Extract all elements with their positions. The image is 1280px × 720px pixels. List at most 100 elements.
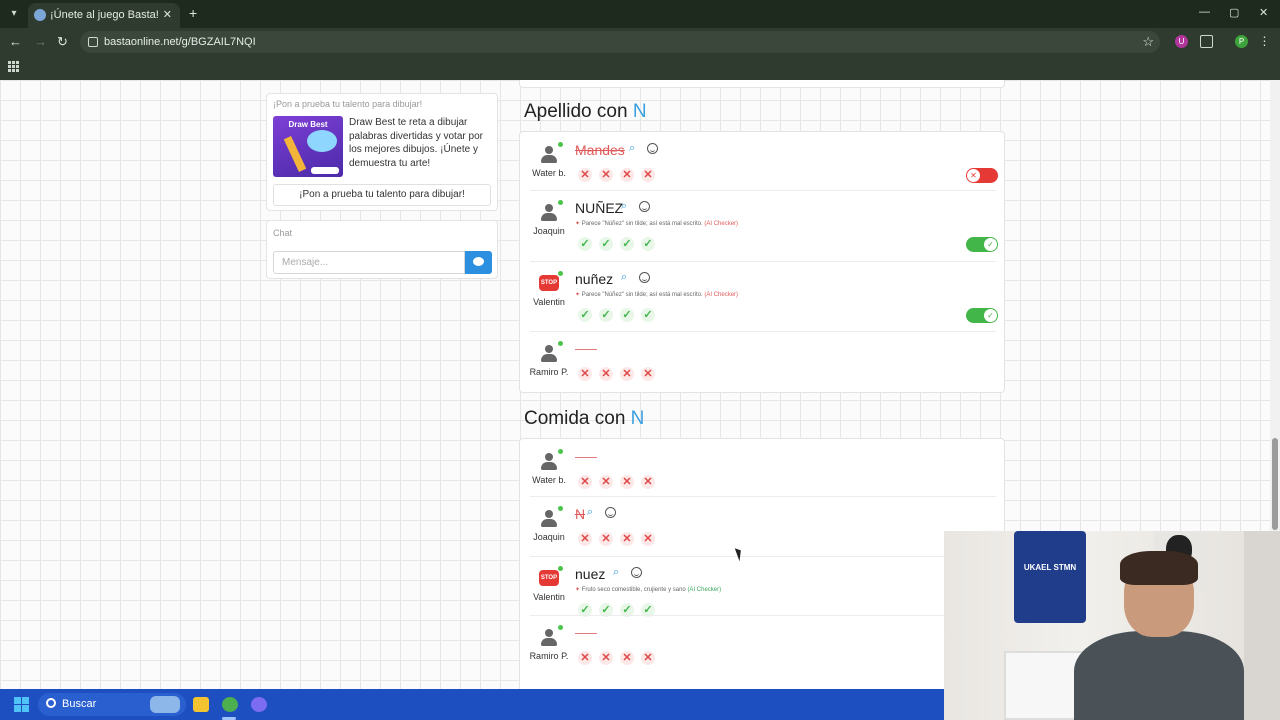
player-name: Valentin (533, 297, 565, 307)
webcam-person-hair (1120, 551, 1198, 585)
tab-title: ¡Únete al juego Basta! (50, 9, 159, 21)
vote-cross-icon[interactable]: ✕ (620, 168, 634, 182)
vote-cross-icon[interactable]: ✕ (578, 168, 592, 182)
site-info-icon[interactable] (88, 37, 98, 47)
smile-react-icon[interactable] (605, 507, 616, 518)
vote-cross-icon[interactable]: ✕ (641, 475, 655, 489)
maximize-button[interactable]: ▢ (1229, 6, 1239, 19)
accept-toggle-on[interactable]: ✓ (966, 308, 998, 323)
windows-start-icon[interactable] (14, 697, 29, 712)
online-status-dot (558, 566, 563, 571)
magnifier-search-icon[interactable]: ⌕ (621, 271, 627, 284)
vote-cross-icon[interactable]: ✕ (578, 651, 592, 665)
row-divider (530, 331, 996, 332)
vote-cross-icon[interactable]: ✕ (599, 532, 613, 546)
profile-avatar[interactable]: P (1235, 35, 1248, 48)
vote-cross-icon[interactable]: ✕ (641, 367, 655, 381)
smile-react-icon[interactable] (647, 143, 658, 154)
back-button[interactable]: ← (9, 34, 22, 49)
row-divider (530, 190, 996, 191)
vote-cross-icon[interactable]: ✕ (641, 651, 655, 665)
stop-sign: STOP (539, 275, 559, 291)
search-icon (46, 698, 56, 708)
vote-check-icon[interactable]: ✓ (578, 237, 592, 251)
vote-cross-icon[interactable]: ✕ (620, 367, 634, 381)
draw-best-image[interactable]: Draw Best (273, 116, 343, 177)
magnifier-search-icon[interactable]: ⌕ (587, 506, 593, 519)
player-name: Valentin (533, 592, 565, 602)
vote-check-icon[interactable]: ✓ (620, 308, 634, 322)
vote-cross-icon[interactable]: ✕ (641, 532, 655, 546)
check-icon: ✓ (984, 238, 997, 251)
vote-cross-icon[interactable]: ✕ (620, 651, 634, 665)
new-tab-button[interactable]: + (189, 5, 197, 21)
chat-send-button[interactable] (465, 251, 492, 274)
empty-answer-dash (575, 457, 597, 458)
extension-u-icon[interactable]: U (1175, 35, 1188, 48)
answer-row: Ramiro P. ✕ ✕ ✕ ✕ (520, 615, 1004, 685)
vote-check-icon[interactable]: ✓ (578, 308, 592, 322)
vote-cross-icon[interactable]: ✕ (578, 475, 592, 489)
player-name: Joaquin (533, 226, 565, 236)
vote-check-icon[interactable]: ✓ (599, 308, 613, 322)
chrome-icon[interactable] (222, 697, 238, 712)
magnifier-search-icon[interactable]: ⌕ (629, 142, 635, 155)
tab-close-icon[interactable]: ✕ (163, 8, 172, 21)
vote-cross-icon[interactable]: ✕ (620, 475, 634, 489)
discord-icon[interactable] (251, 697, 267, 712)
vote-check-icon[interactable]: ✓ (641, 237, 655, 251)
answer-text: N (575, 506, 586, 522)
apps-grid-icon[interactable] (8, 61, 20, 73)
chat-message-input[interactable]: Mensaje... (273, 251, 465, 274)
accept-toggle-on[interactable]: ✓ (966, 237, 998, 252)
active-tab[interactable]: ¡Únete al juego Basta! ✕ (28, 3, 180, 28)
tab-search-chevron-icon[interactable]: ▾ (6, 6, 22, 22)
vote-cross-icon[interactable]: ✕ (599, 367, 613, 381)
vote-cross-icon[interactable]: ✕ (599, 475, 613, 489)
answer-row: STOP Valentin nuez ⌕ ✦ Fruto seco comestible… (520, 556, 1004, 617)
vote-check-icon[interactable]: ✓ (599, 237, 613, 251)
scrollbar-thumb[interactable] (1272, 438, 1278, 530)
vote-cross-icon[interactable]: ✕ (599, 651, 613, 665)
vote-cross-icon[interactable]: ✕ (620, 532, 634, 546)
forward-button[interactable]: → (34, 34, 47, 49)
magnifier-search-icon[interactable]: ⌕ (613, 566, 619, 579)
file-explorer-icon[interactable] (193, 697, 209, 712)
smile-react-icon[interactable] (631, 567, 642, 578)
webcam-shelf (1004, 651, 1084, 720)
vote-cross-icon[interactable]: ✕ (578, 367, 592, 381)
address-bar[interactable]: bastaonline.net/g/BGZAIL7NQI ☆ (80, 31, 1160, 53)
online-status-dot (558, 200, 563, 205)
taskbar-search[interactable]: Buscar (38, 693, 186, 716)
address-url[interactable]: bastaonline.net/g/BGZAIL7NQI (104, 36, 256, 48)
note-text: Parece "Núñez" sin tilde; así está mal e… (581, 221, 703, 227)
promo-button[interactable]: ¡Pon a prueba tu talento para dibujar! (273, 184, 491, 206)
smile-react-icon[interactable] (639, 272, 650, 283)
stop-sign-avatar-icon: STOP (538, 271, 563, 294)
bookmarks-bar (0, 56, 1280, 80)
sparkle-icon: ✦ (575, 221, 582, 227)
accept-toggle-off[interactable]: ✕ (966, 168, 998, 183)
bookmark-star-icon[interactable]: ☆ (1142, 34, 1154, 50)
magnifier-search-icon[interactable]: ⌕ (621, 200, 627, 213)
answer-row: Water b. ✕ ✕ ✕ ✕ (520, 439, 1004, 496)
promo-badge (311, 167, 339, 174)
ai-checker-note: ✦ Parece "Núñez" sin tilde; así está mal… (575, 220, 738, 227)
vote-cross-icon[interactable]: ✕ (599, 168, 613, 182)
extensions-puzzle-icon[interactable] (1200, 35, 1213, 48)
promo-image-label: Draw Best (288, 120, 328, 129)
vote-check-icon[interactable]: ✓ (641, 308, 655, 322)
user-avatar-icon (538, 449, 563, 472)
vote-check-icon[interactable]: ✓ (620, 237, 634, 251)
minimize-button[interactable]: — (1199, 6, 1210, 18)
smile-react-icon[interactable] (639, 201, 650, 212)
user-avatar-icon (538, 625, 563, 648)
row-divider (530, 261, 996, 262)
vote-cross-icon[interactable]: ✕ (578, 532, 592, 546)
player-name: Water b. (532, 475, 566, 485)
close-window-button[interactable]: ✕ (1259, 6, 1268, 19)
vote-cross-icon[interactable]: ✕ (641, 168, 655, 182)
browser-menu-icon[interactable]: ⋮ (1258, 35, 1271, 48)
reload-button[interactable]: ↻ (57, 34, 68, 50)
user-avatar-icon (538, 506, 563, 529)
